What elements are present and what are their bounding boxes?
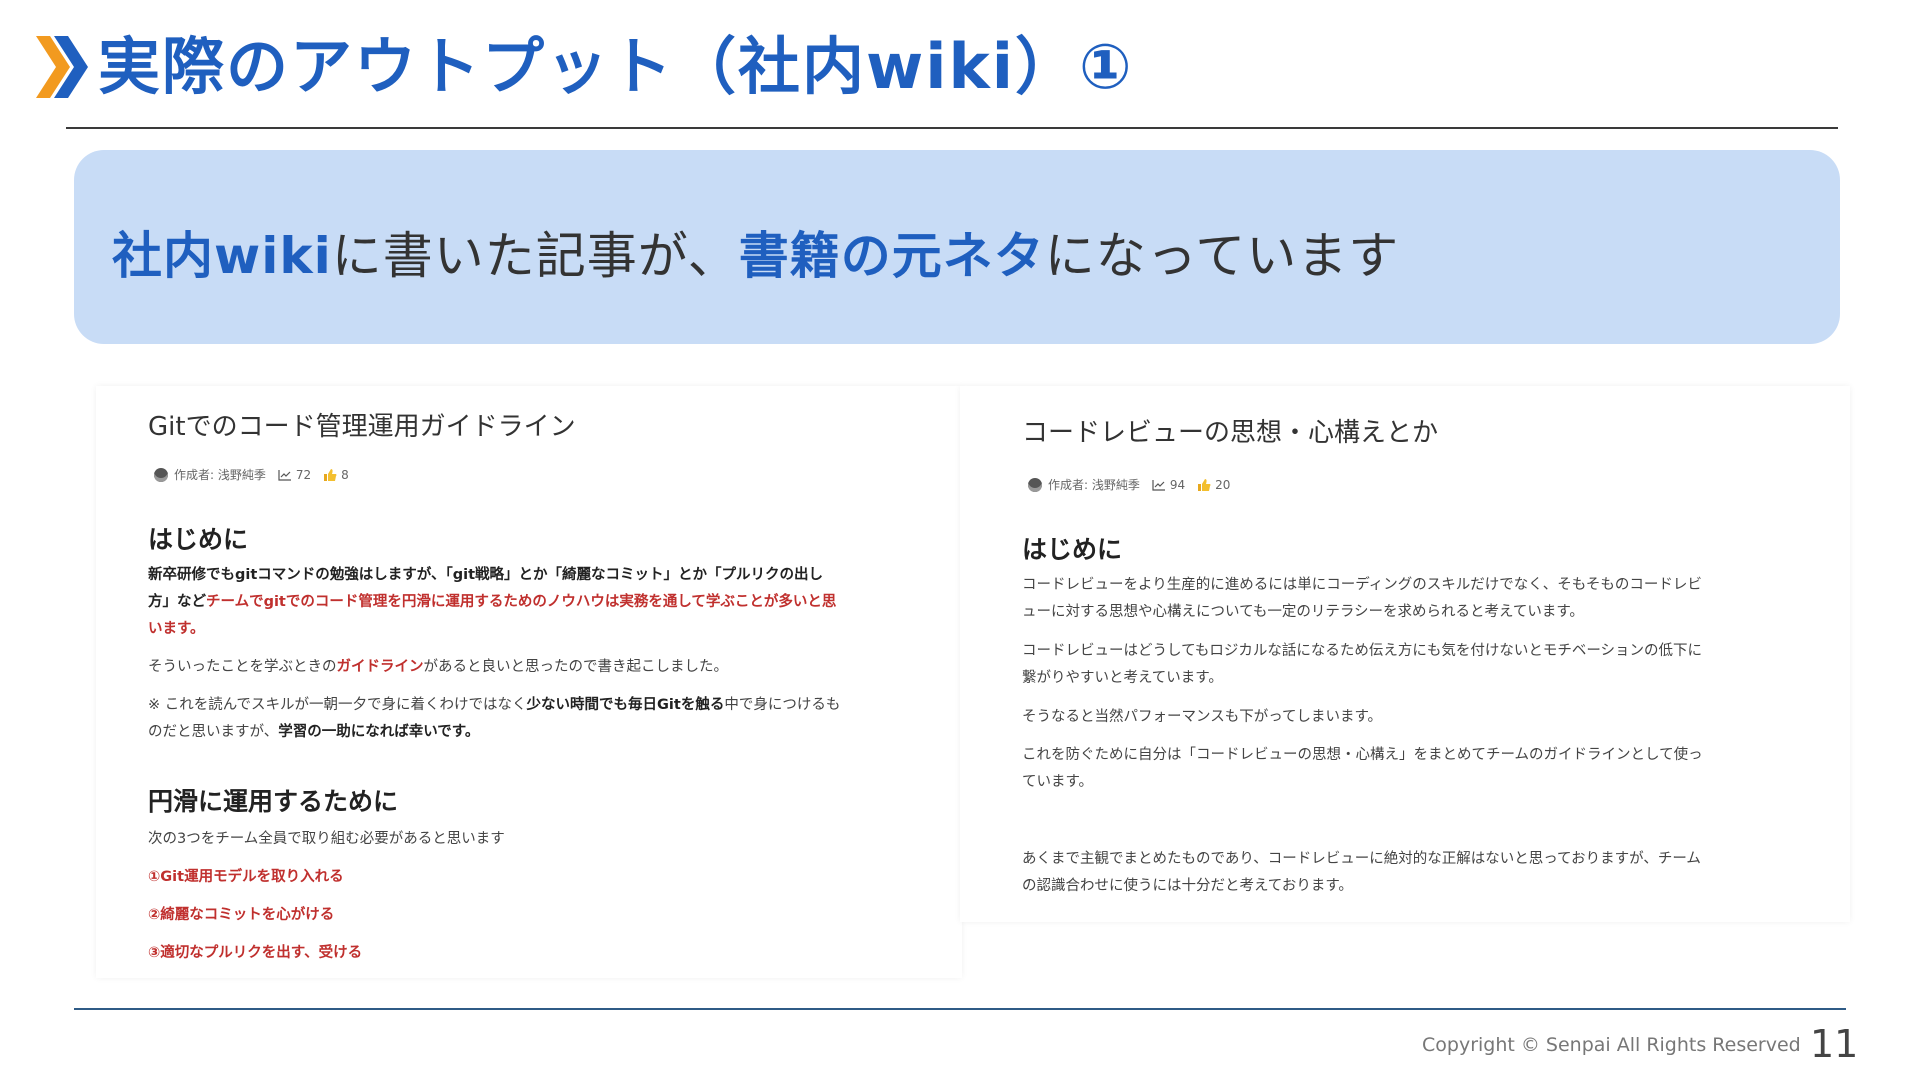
note-line-1a: ※ これを読んでスキルが一朝一夕で身に着くわけではなく: [148, 697, 527, 713]
callout-box: 社内wikiに書いた記事が、書籍の元ネタになっています: [74, 150, 1840, 344]
intro-paragraph: 新卒研修でもgitコマンドの勉強はしますが、「git戦略」とか「綺麗なコミット」…: [148, 562, 836, 643]
subjective-line-1: あくまで主観でまとめたものであり、コードレビューに絶対的な正解はないと思っており…: [1022, 851, 1701, 867]
thumbs-up-icon: [1197, 478, 1211, 492]
page-number: 11: [1810, 1022, 1859, 1066]
slide-title: 実際のアウトプット（社内wiki）①: [36, 32, 1134, 102]
three-points-intro: 次の3つをチーム全員で取り組む必要があると思います: [148, 831, 505, 847]
callout-highlight-wiki: 社内wiki: [112, 227, 332, 285]
note-paragraph: ※ これを読んでスキルが一朝一夕で身に着くわけではなく少ない時間でも毎日Gitを…: [148, 692, 840, 746]
article-title: コードレビューの思想・心構えとか: [1022, 418, 1439, 448]
guideline-paragraph: そういったことを学ぶときのガイドラインがあると良いと思ったので書き起こしました。: [148, 654, 728, 681]
article-title: Gitでのコード管理運用ガイドライン: [148, 412, 576, 442]
chevron-icon: [36, 32, 88, 102]
prevention-line-1: これを防ぐために自分は「コードレビューの思想・心構え」をまとめてチームのガイドラ…: [1022, 747, 1703, 763]
thumbs-up-icon: [323, 468, 337, 482]
subjective-line-2: の認識合わせに使うには十分だと考えております。: [1022, 878, 1353, 894]
footer-divider: [74, 1008, 1846, 1010]
intro-paragraph: コードレビューをより生産的に進めるには単にコーディングのスキルだけでなく、そもそ…: [1022, 572, 1702, 626]
note-line-2a: のだと思いますが、: [148, 724, 279, 740]
callout-highlight-book: 書籍の元ネタ: [738, 227, 1045, 285]
prevention-line-2: ています。: [1022, 774, 1094, 790]
callout-text: 社内wikiに書いた記事が、書籍の元ネタになっています: [112, 216, 1399, 288]
guideline-text-b: ガイドライン: [336, 659, 424, 675]
trend-chart-icon: [278, 469, 292, 481]
motivation-line-2: 繋がりやすいと考えています。: [1022, 670, 1223, 686]
performance-paragraph: そうなると当然パフォーマンスも下がってしまいます。: [1022, 709, 1383, 725]
intro-line-1: 新卒研修でもgitコマンドの勉強はしますが、「git戦略」とか「綺麗なコミット」…: [148, 567, 824, 583]
title-divider: [66, 127, 1838, 129]
motivation-line-1: コードレビューはどうしてもロジカルな話になるため伝え方にも気を付けないとモチベー…: [1022, 643, 1703, 659]
intro-line-2b: チームでgitでのコード管理を円滑に運用するためのノウハウは実務を通して学ぶこと…: [206, 594, 837, 610]
avatar: [1028, 477, 1042, 492]
intro-line-1: コードレビューをより生産的に進めるには単にコーディングのスキルだけでなく、そもそ…: [1022, 577, 1702, 593]
section-heading-intro: はじめに: [1022, 535, 1123, 564]
list-item: ③適切なプルリクを出す、受ける: [148, 945, 363, 961]
article-meta: 作成者: 浅野純季 94 20: [1028, 476, 1230, 493]
avatar: [154, 467, 168, 482]
callout-text-1: に書いた記事が、: [331, 227, 739, 285]
subjective-note-paragraph: あくまで主観でまとめたものであり、コードレビューに絶対的な正解はないと思っており…: [1022, 846, 1701, 900]
views-count: 72: [295, 467, 312, 482]
note-line-1b: 少ない時間でも毎日Gitを触る: [526, 697, 725, 713]
prevention-paragraph: これを防ぐために自分は「コードレビューの思想・心構え」をまとめてチームのガイドラ…: [1022, 742, 1703, 796]
list-item: ①Git運用モデルを取り入れる: [148, 869, 344, 885]
intro-line-2a: 方」など: [148, 594, 206, 610]
trend-chart-icon: [1152, 479, 1166, 491]
author-label: 作成者: 浅野純季: [174, 468, 266, 482]
views-count: 94: [1169, 477, 1186, 492]
wiki-article-code-review: コードレビューの思想・心構えとか 作成者: 浅野純季 94 20 はじめに コー…: [960, 386, 1850, 922]
copyright-text: Copyright © Senpai All Rights Reserved: [1422, 1034, 1801, 1056]
likes-count: 8: [341, 467, 349, 482]
list-item: ②綺麗なコミットを心がける: [148, 907, 335, 923]
wiki-article-git-guideline: Gitでのコード管理運用ガイドライン 作成者: 浅野純季 72 8 はじめに 新…: [96, 386, 962, 978]
intro-line-2: ューに対する思想や心構えについても一定のリテラシーを求められると考えています。: [1022, 604, 1584, 620]
note-line-2b: 学習の一助になれば幸いです。: [278, 724, 480, 740]
page-title: 実際のアウトプット（社内wiki）①: [98, 30, 1134, 103]
article-meta: 作成者: 浅野純季 72 8: [154, 466, 349, 483]
guideline-text-a: そういったことを学ぶときの: [148, 659, 337, 675]
section-heading-smooth: 円滑に運用するために: [148, 787, 399, 816]
author-label: 作成者: 浅野純季: [1048, 478, 1140, 492]
intro-line-3: います。: [148, 621, 205, 637]
likes-count: 20: [1215, 477, 1231, 492]
motivation-paragraph: コードレビューはどうしてもロジカルな話になるため伝え方にも気を付けないとモチベー…: [1022, 638, 1702, 692]
section-heading-intro: はじめに: [148, 525, 249, 554]
callout-text-2: になっています: [1044, 227, 1400, 285]
note-line-1c: 中で身につけるも: [724, 697, 841, 713]
guideline-text-c: があると良いと思ったので書き起こしました。: [423, 659, 729, 675]
